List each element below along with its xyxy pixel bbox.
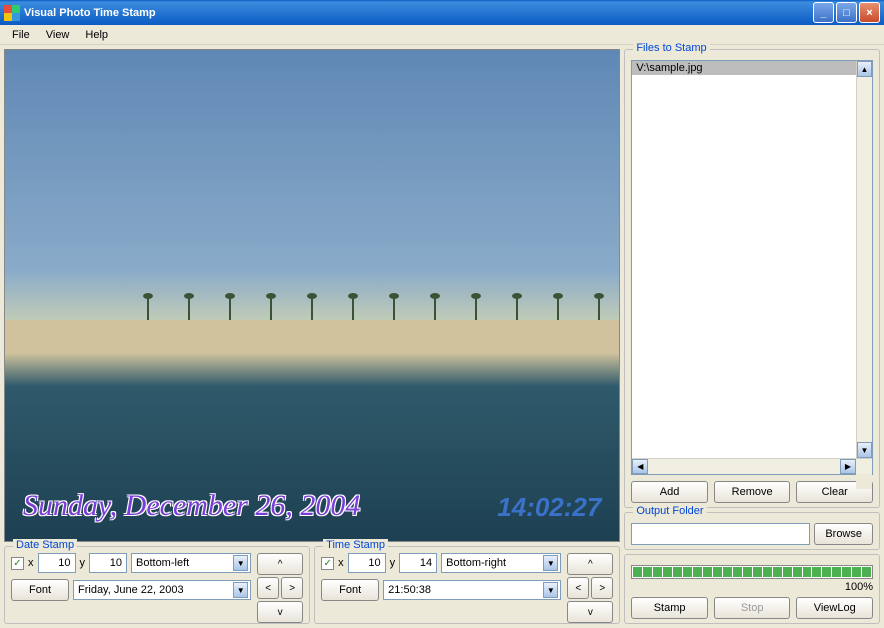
date-position-combo[interactable]: Bottom-left ▼: [131, 553, 251, 573]
date-nudge-pad: ^ < > v: [257, 553, 303, 619]
output-folder-group: Output Folder Browse: [624, 512, 880, 550]
time-nudge-left[interactable]: <: [567, 577, 589, 599]
maximize-button[interactable]: □: [836, 2, 857, 23]
time-format-value: 21:50:38: [388, 584, 431, 596]
add-button[interactable]: Add: [631, 481, 708, 503]
date-y-label: y: [80, 557, 86, 569]
date-nudge-left[interactable]: <: [257, 577, 279, 599]
vertical-scrollbar[interactable]: ▲ ▼: [856, 61, 872, 458]
list-item[interactable]: V:\sample.jpg: [632, 61, 872, 75]
time-nudge-right[interactable]: >: [591, 577, 613, 599]
date-font-button[interactable]: Font: [11, 579, 69, 601]
chevron-down-icon: ▼: [543, 582, 558, 598]
progress-bar: [631, 565, 873, 579]
time-stamp-overlay: 14:02:27: [497, 492, 601, 523]
chevron-down-icon: ▼: [543, 555, 558, 571]
browse-button[interactable]: Browse: [814, 523, 873, 545]
time-stamp-legend: Time Stamp: [323, 539, 388, 551]
time-format-combo[interactable]: 21:50:38 ▼: [383, 580, 561, 600]
date-position-value: Bottom-left: [136, 557, 189, 569]
output-path-input[interactable]: [631, 523, 810, 545]
date-format-combo[interactable]: Friday, June 22, 2003 ▼: [73, 580, 251, 600]
date-nudge-right[interactable]: >: [281, 577, 303, 599]
time-x-label: x: [338, 557, 344, 569]
titlebar: Visual Photo Time Stamp _ □ ×: [0, 0, 884, 25]
time-nudge-down[interactable]: v: [567, 601, 613, 623]
scroll-right-icon[interactable]: ▶: [840, 459, 856, 474]
files-listbox[interactable]: V:\sample.jpg ▲ ▼ ◀ ▶: [631, 60, 873, 475]
window-title: Visual Photo Time Stamp: [24, 7, 813, 19]
time-font-button[interactable]: Font: [321, 579, 379, 601]
date-stamp-legend: Date Stamp: [13, 539, 77, 551]
date-nudge-down[interactable]: v: [257, 601, 303, 623]
time-stamp-enable-checkbox[interactable]: ✓: [321, 557, 334, 570]
time-position-value: Bottom-right: [446, 557, 506, 569]
scroll-down-icon[interactable]: ▼: [857, 442, 872, 458]
stamp-button[interactable]: Stamp: [631, 597, 708, 619]
time-x-input[interactable]: [348, 553, 386, 573]
date-x-label: x: [28, 557, 34, 569]
date-stamp-enable-checkbox[interactable]: ✓: [11, 557, 24, 570]
app-icon: [4, 5, 20, 21]
progress-percent: 100%: [631, 581, 873, 593]
close-button[interactable]: ×: [859, 2, 880, 23]
date-format-value: Friday, June 22, 2003: [78, 584, 184, 596]
output-legend: Output Folder: [633, 505, 706, 517]
scroll-left-icon[interactable]: ◀: [632, 459, 648, 474]
progress-group: 100% Stamp Stop ViewLog: [624, 554, 880, 624]
time-nudge-pad: ^ < > v: [567, 553, 613, 619]
chevron-down-icon: ▼: [233, 555, 248, 571]
time-y-input[interactable]: [399, 553, 437, 573]
chevron-down-icon: ▼: [233, 582, 248, 598]
preview-image: Sunday, December 26, 2004 14:02:27: [4, 49, 620, 542]
date-stamp-overlay: Sunday, December 26, 2004: [23, 489, 360, 523]
viewlog-button[interactable]: ViewLog: [796, 597, 873, 619]
stop-button: Stop: [714, 597, 791, 619]
date-nudge-up[interactable]: ^: [257, 553, 303, 575]
scroll-up-icon[interactable]: ▲: [857, 61, 872, 77]
menu-help[interactable]: Help: [77, 27, 116, 43]
menubar: File View Help: [0, 25, 884, 45]
time-y-label: y: [390, 557, 396, 569]
menu-view[interactable]: View: [38, 27, 78, 43]
date-stamp-group: Date Stamp ✓ x y Bottom-left ▼: [4, 546, 310, 624]
remove-button[interactable]: Remove: [714, 481, 791, 503]
menu-file[interactable]: File: [4, 27, 38, 43]
time-position-combo[interactable]: Bottom-right ▼: [441, 553, 561, 573]
date-y-input[interactable]: [89, 553, 127, 573]
date-x-input[interactable]: [38, 553, 76, 573]
files-to-stamp-group: Files to Stamp V:\sample.jpg ▲ ▼ ◀ ▶ Add…: [624, 49, 880, 508]
horizontal-scrollbar[interactable]: ◀ ▶: [632, 458, 872, 474]
minimize-button[interactable]: _: [813, 2, 834, 23]
files-legend: Files to Stamp: [633, 42, 709, 54]
scroll-corner: [856, 474, 872, 489]
time-nudge-up[interactable]: ^: [567, 553, 613, 575]
time-stamp-group: Time Stamp ✓ x y Bottom-right ▼: [314, 546, 620, 624]
